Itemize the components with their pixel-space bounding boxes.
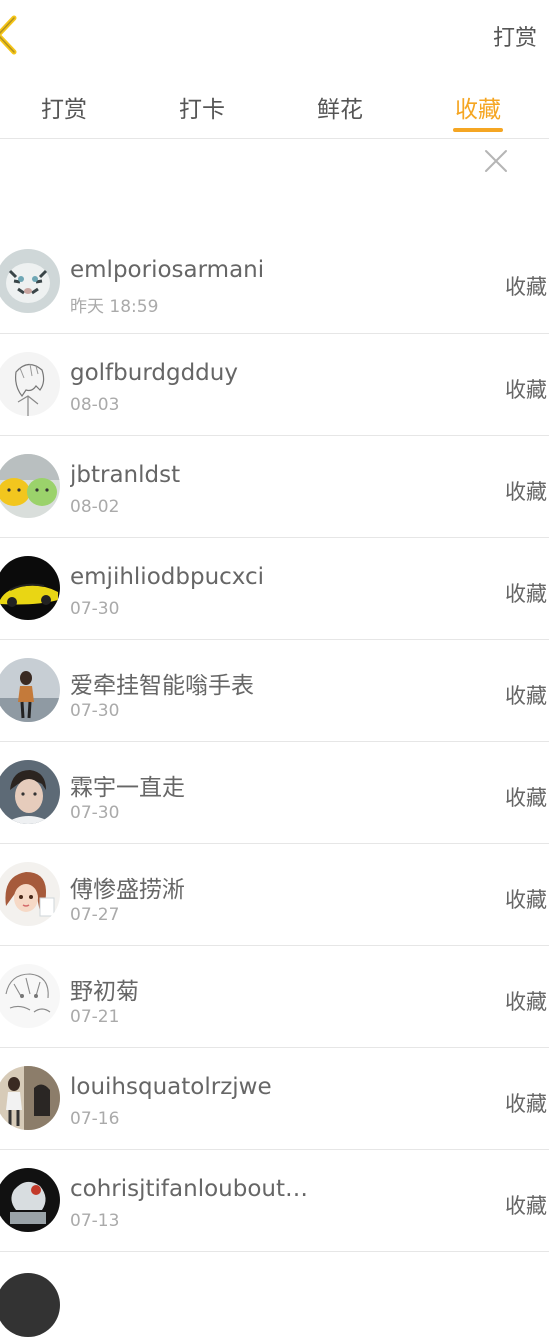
reward-link[interactable]: 打赏 bbox=[493, 20, 537, 52]
close-button[interactable] bbox=[481, 146, 511, 176]
timestamp: 07-21 bbox=[70, 1007, 120, 1027]
tab-favorites[interactable]: 收藏 bbox=[423, 90, 533, 124]
back-button[interactable] bbox=[0, 14, 18, 56]
tab-checkin[interactable]: 打卡 bbox=[147, 90, 257, 124]
timestamp: 08-03 bbox=[70, 395, 120, 415]
user-name: jbtranldst bbox=[70, 462, 181, 488]
favorite-label: 收藏 bbox=[505, 480, 547, 504]
list-item[interactable]: 爱牵挂智能嗡手表 07-30 收藏 bbox=[0, 640, 549, 742]
active-tab-indicator bbox=[453, 128, 503, 132]
list-item[interactable]: cohrisjtifanloubout… 07-13 收藏 bbox=[0, 1150, 549, 1252]
favorite-label: 收藏 bbox=[505, 786, 547, 810]
favorite-label: 收藏 bbox=[505, 888, 547, 912]
user-name: louihsquatolrzjwe bbox=[70, 1074, 272, 1100]
favorite-label: 收藏 bbox=[505, 378, 547, 402]
close-icon bbox=[485, 150, 507, 172]
avatar[interactable] bbox=[0, 658, 60, 722]
tab-flowers[interactable]: 鲜花 bbox=[285, 90, 395, 124]
list-item[interactable]: golfburdgdduy 08-03 收藏 bbox=[0, 334, 549, 436]
timestamp: 08-02 bbox=[70, 497, 120, 517]
favorite-label: 收藏 bbox=[505, 275, 547, 299]
user-name: cohrisjtifanloubout… bbox=[70, 1176, 308, 1202]
avatar[interactable] bbox=[0, 1273, 60, 1337]
timestamp: 07-30 bbox=[70, 599, 120, 619]
timestamp: 07-13 bbox=[70, 1211, 120, 1231]
chevron-left-icon bbox=[0, 15, 17, 55]
avatar[interactable] bbox=[0, 1066, 60, 1130]
avatar[interactable] bbox=[0, 862, 60, 926]
timestamp: 07-16 bbox=[70, 1109, 120, 1129]
list-item[interactable]: 野初菊 07-21 收藏 bbox=[0, 946, 549, 1048]
list-item[interactable]: 傅惨盛捞淅 07-27 收藏 bbox=[0, 844, 549, 946]
avatar[interactable] bbox=[0, 760, 60, 824]
user-name: 野初菊 bbox=[70, 979, 139, 1005]
user-name: emjihliodbpucxci bbox=[70, 564, 265, 590]
timestamp: 07-30 bbox=[70, 701, 120, 721]
list-item[interactable]: 霖宇一直走 07-30 收藏 bbox=[0, 742, 549, 844]
favorite-label: 收藏 bbox=[505, 582, 547, 606]
tab-bar: 打赏 打卡 鲜花 收藏 bbox=[0, 80, 549, 139]
favorite-label: 收藏 bbox=[505, 684, 547, 708]
user-name: emlporiosarmani bbox=[70, 257, 265, 283]
timestamp: 昨天 18:59 bbox=[70, 297, 159, 317]
avatar[interactable] bbox=[0, 556, 60, 620]
avatar[interactable] bbox=[0, 352, 60, 416]
top-bar: 打赏 bbox=[0, 0, 549, 72]
timestamp: 07-27 bbox=[70, 905, 120, 925]
user-name: 傅惨盛捞淅 bbox=[70, 877, 185, 903]
avatar[interactable] bbox=[0, 249, 60, 313]
tab-reward[interactable]: 打赏 bbox=[9, 90, 119, 124]
avatar[interactable] bbox=[0, 454, 60, 518]
avatar[interactable] bbox=[0, 964, 60, 1028]
list-item[interactable]: emjihliodbpucxci 07-30 收藏 bbox=[0, 538, 549, 640]
list-item[interactable]: jbtranldst 08-02 收藏 bbox=[0, 436, 549, 538]
list-item[interactable]: louihsquatolrzjwe 07-16 收藏 bbox=[0, 1048, 549, 1150]
favorite-label: 收藏 bbox=[505, 1092, 547, 1116]
favorite-label: 收藏 bbox=[505, 1194, 547, 1218]
user-name: 霖宇一直走 bbox=[70, 775, 185, 801]
user-list: emlporiosarmani 昨天 18:59 收藏 golfburdgddu… bbox=[0, 231, 549, 1252]
list-item[interactable]: emlporiosarmani 昨天 18:59 收藏 bbox=[0, 231, 549, 334]
user-name: 爱牵挂智能嗡手表 bbox=[70, 673, 254, 699]
timestamp: 07-30 bbox=[70, 803, 120, 823]
user-name: golfburdgdduy bbox=[70, 360, 238, 386]
favorite-label: 收藏 bbox=[505, 990, 547, 1014]
avatar[interactable] bbox=[0, 1168, 60, 1232]
